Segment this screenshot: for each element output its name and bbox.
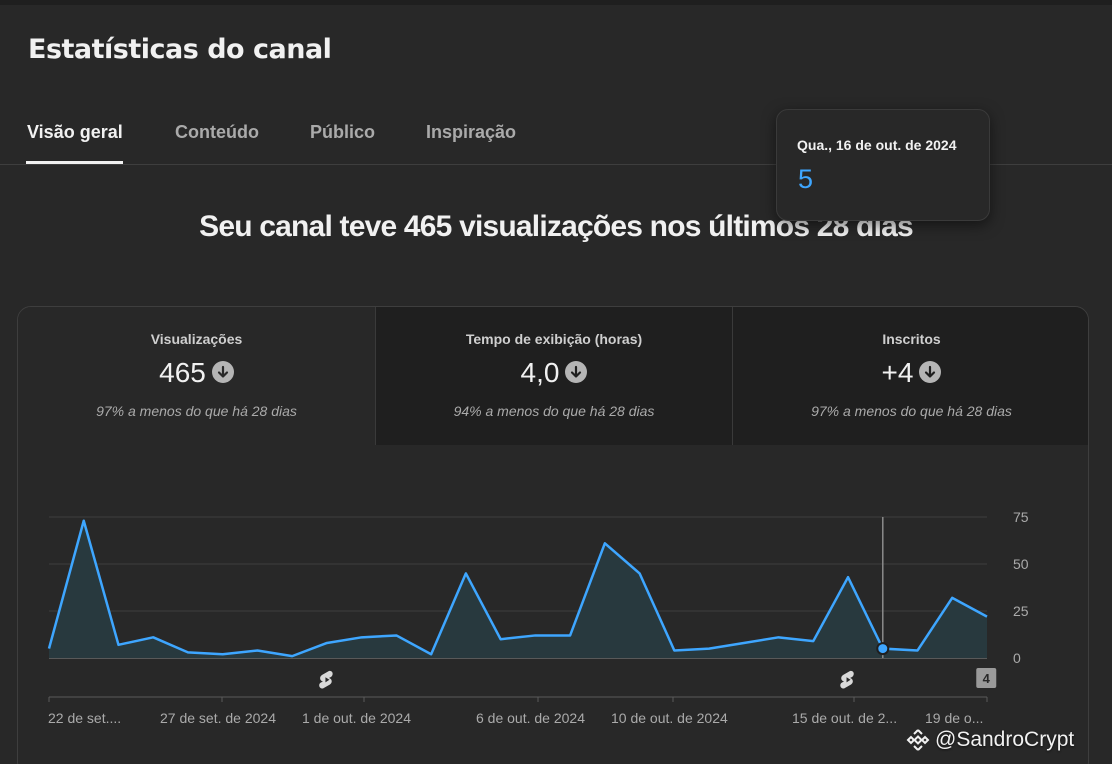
watermark: @SandroCrypt: [905, 727, 1074, 753]
y-tick-label: 0: [1013, 650, 1021, 666]
watermark-text: @SandroCrypt: [935, 728, 1075, 751]
shorts-icon[interactable]: [840, 670, 854, 689]
event-count-label: 4: [983, 671, 991, 686]
shorts-icon[interactable]: [319, 670, 333, 689]
x-tick-label: 6 de out. de 2024: [476, 710, 585, 726]
binance-logo-icon: [906, 729, 930, 751]
y-tick-label: 25: [1013, 603, 1029, 619]
hover-point: [876, 642, 890, 656]
x-tick-label: 10 de out. de 2024: [611, 710, 728, 726]
y-tick-label: 50: [1013, 556, 1029, 572]
x-tick-label: 22 de set....: [48, 710, 121, 726]
x-tick-label: 15 de out. de 2...: [792, 710, 897, 726]
x-tick-label: 1 de out. de 2024: [302, 710, 411, 726]
y-tick-label: 75: [1013, 509, 1029, 525]
x-tick-label: 19 de o...: [925, 710, 983, 726]
chart-tooltip: Qua., 16 de out. de 2024 5: [776, 109, 990, 221]
tooltip-date: Qua., 16 de out. de 2024: [797, 137, 957, 153]
tooltip-value: 5: [798, 164, 814, 194]
x-tick-label: 27 de set. de 2024: [160, 710, 276, 726]
